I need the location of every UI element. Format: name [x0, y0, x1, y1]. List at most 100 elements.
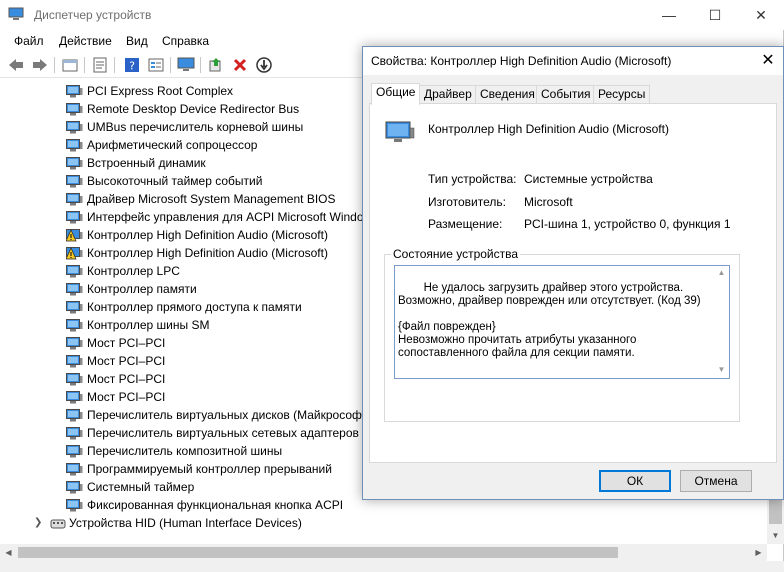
properties-dialog: Свойства: Контроллер High Definition Aud… [362, 46, 784, 500]
device-label: Мост PCI–PCI [87, 372, 166, 386]
hscroll-thumb[interactable] [18, 547, 618, 558]
status-bar [0, 561, 784, 572]
system-device-icon [66, 265, 83, 278]
tab-details[interactable]: Сведения [475, 85, 540, 104]
device-warning-icon [65, 247, 83, 260]
device-label: Перечислитель композитной шины [87, 444, 283, 458]
system-device-icon [66, 121, 83, 134]
system-device-icon [66, 139, 83, 152]
system-device-icon [66, 337, 83, 350]
manufacturer-value: Microsoft [524, 195, 573, 209]
hid-device-icon [50, 517, 67, 530]
system-device-icon [66, 355, 83, 368]
horizontal-scrollbar[interactable]: ◀ ▶ [0, 544, 767, 561]
system-device-icon [66, 283, 83, 296]
scroll-right-icon[interactable]: ▶ [750, 544, 767, 561]
tab-general[interactable]: Общие [371, 83, 421, 105]
tab-driver[interactable]: Драйвер [419, 85, 477, 104]
device-type-value: Системные устройства [524, 172, 653, 186]
device-label: Интерфейс управления для ACPI Microsoft … [87, 210, 379, 224]
expand-chevron-icon[interactable]: ❯ [34, 514, 44, 532]
device-label: PCI Express Root Complex [87, 84, 234, 98]
status-scroll-up-icon[interactable]: ▲ [714, 266, 729, 279]
location-value: PCI-шина 1, устройство 0, функция 1 [524, 217, 731, 231]
device-status-text[interactable]: Не удалось загрузить драйвер этого устро… [394, 265, 730, 379]
system-device-icon [66, 301, 83, 314]
device-label: Перечислитель виртуальных сетевых адапте… [87, 426, 391, 440]
tab-resources[interactable]: Ресурсы [593, 85, 651, 104]
system-device-icon [66, 319, 83, 332]
device-label: Контроллер LPC [87, 264, 180, 278]
device-warning-icon [65, 229, 83, 242]
menu-help[interactable]: Справка [162, 34, 209, 48]
device-icon [385, 121, 415, 142]
general-tab-panel: Контроллер High Definition Audio (Micros… [369, 103, 777, 463]
help-icon[interactable]: ? [122, 55, 142, 75]
view-resources-icon[interactable] [146, 55, 166, 75]
device-label: Контроллер шины SM [87, 318, 210, 332]
svg-text:?: ? [129, 60, 135, 73]
device-label: Встроенный динамик [87, 156, 206, 170]
menu-view[interactable]: Вид [126, 34, 148, 48]
device-name: Контроллер High Definition Audio (Micros… [428, 122, 669, 136]
device-label: Remote Desktop Device Redirector Bus [87, 102, 300, 116]
dialog-close-button[interactable]: ✕ [753, 47, 783, 75]
device-label: Контроллер High Definition Audio (Micros… [87, 246, 328, 260]
device-label: Драйвер Microsoft System Management BIOS [87, 192, 336, 206]
menu-action[interactable]: Действие [59, 34, 112, 48]
location-label: Размещение: [428, 217, 503, 231]
system-device-icon [66, 157, 83, 170]
scroll-down-icon[interactable]: ▼ [767, 527, 784, 544]
device-label: Контроллер прямого доступа к памяти [87, 300, 302, 314]
scroll-left-icon[interactable]: ◀ [0, 544, 17, 561]
dialog-title-bar: Свойства: Контроллер High Definition Aud… [363, 47, 783, 75]
device-status-group: Состояние устройства Не удалось загрузит… [384, 247, 740, 422]
hid-category-label: Устройства HID (Human Interface Devices) [69, 516, 302, 530]
system-device-icon [66, 481, 83, 494]
close-button[interactable]: ✕ [738, 0, 784, 30]
ok-button[interactable]: ОК [599, 470, 671, 492]
maximize-button[interactable]: ☐ [692, 0, 738, 30]
back-arrow-icon[interactable] [6, 55, 26, 75]
system-device-icon [66, 85, 83, 98]
device-label: Системный таймер [87, 480, 195, 494]
minimize-button[interactable]: — [646, 0, 692, 30]
tab-events[interactable]: События [536, 85, 596, 104]
menu-file[interactable]: Файл [14, 34, 44, 48]
system-device-icon [66, 427, 83, 440]
device-label: Перечислитель виртуальных дисков (Майкро… [87, 408, 372, 422]
status-scroll-down-icon[interactable]: ▼ [714, 363, 729, 376]
system-device-icon [66, 499, 83, 512]
manufacturer-label: Изготовитель: [428, 195, 506, 209]
system-device-icon [66, 175, 83, 188]
device-type-label: Тип устройства: [428, 172, 517, 186]
device-label: Арифметический сопроцессор [87, 138, 258, 152]
up-level-icon[interactable] [60, 55, 80, 75]
forward-arrow-icon[interactable] [30, 55, 50, 75]
device-label: UMBus перечислитель корневой шины [87, 120, 304, 134]
device-label: Контроллер High Definition Audio (Micros… [87, 228, 328, 242]
system-device-icon [66, 103, 83, 116]
device-label: Мост PCI–PCI [87, 354, 166, 368]
title-bar: Диспетчер устройств — ☐ ✕ [0, 0, 784, 30]
scan-hardware-icon[interactable] [176, 55, 196, 75]
device-label: Высокоточный таймер событий [87, 174, 263, 188]
system-device-icon [66, 373, 83, 386]
device-label: Мост PCI–PCI [87, 336, 166, 350]
system-device-icon [66, 409, 83, 422]
device-status-caption: Состояние устройства [391, 247, 521, 261]
device-label: Контроллер памяти [87, 282, 197, 296]
device-label: Мост PCI–PCI [87, 390, 166, 404]
system-device-icon [66, 211, 83, 224]
status-message: Не удалось загрузить драйвер этого устро… [398, 282, 701, 359]
update-driver-icon[interactable] [206, 55, 226, 75]
system-device-icon [66, 391, 83, 404]
disable-device-icon[interactable] [254, 55, 274, 75]
system-device-icon [66, 463, 83, 476]
uninstall-icon[interactable] [230, 55, 250, 75]
status-scrollbar[interactable]: ▲ ▼ [714, 266, 729, 378]
dialog-title: Свойства: Контроллер High Definition Aud… [371, 54, 672, 68]
cancel-button[interactable]: Отмена [680, 470, 752, 492]
system-device-icon [66, 445, 83, 458]
properties-icon[interactable] [90, 55, 110, 75]
